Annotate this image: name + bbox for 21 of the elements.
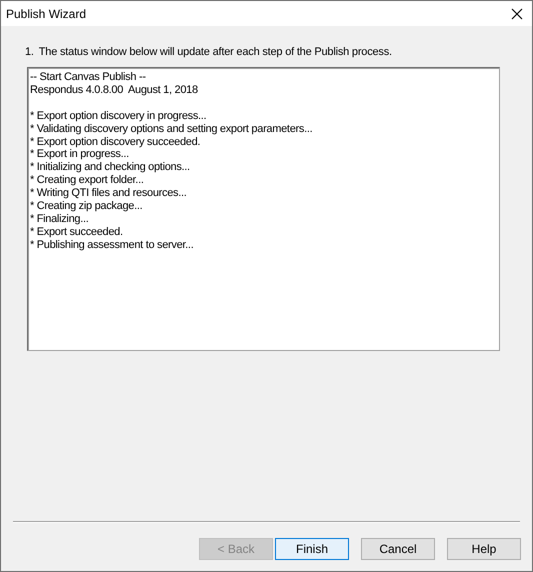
close-icon[interactable]	[511, 8, 523, 20]
log-line: * Finalizing...	[30, 212, 90, 226]
log-line: * Export in progress...	[30, 148, 130, 162]
log-line: -- Start Canvas Publish --	[30, 71, 147, 84]
log-line: * Publishing assessment to server...	[30, 238, 194, 252]
log-line: * Creating zip package...	[30, 200, 144, 213]
step-number: 1.	[25, 46, 34, 58]
wizard-button[interactable]: Help	[447, 538, 521, 560]
wizard-button[interactable]: Cancel	[361, 538, 435, 560]
instruction-text: The status window below will update after each step of the Publish process.	[38, 46, 392, 58]
log-line: * Initializing and checking options...	[30, 161, 191, 174]
status-log-field[interactable]	[27, 67, 500, 351]
wizard-button[interactable]: Finish	[275, 538, 349, 560]
log-line: * Writing QTI files and resources...	[30, 187, 188, 200]
log-line: * Validating discovery options and setting export parameters...	[30, 122, 314, 136]
log-line: * Export option discovery succeeded.	[30, 136, 202, 148]
log-line: * Export option discovery in progress...	[30, 110, 208, 123]
log-line: * Creating export folder...	[30, 174, 145, 188]
log-line: Respondus 4.0.8.00 August 1, 2018	[30, 84, 199, 97]
log-line: * Export succeeded.	[30, 226, 124, 239]
window-title: Publish Wizard	[6, 6, 86, 20]
